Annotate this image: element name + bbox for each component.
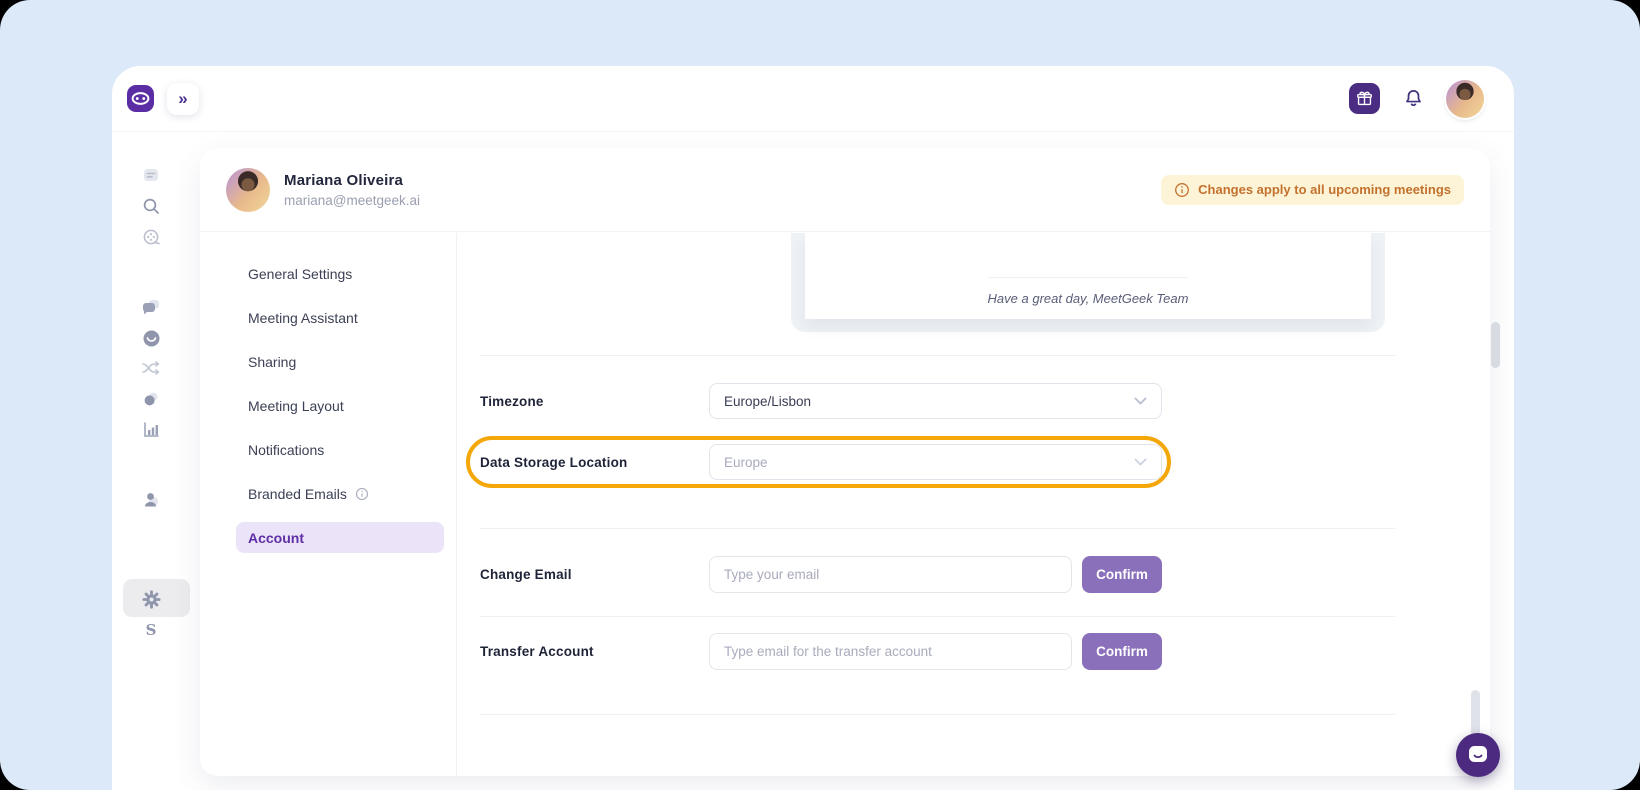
timezone-row: Timezone Europe/Lisbon: [480, 383, 1395, 419]
settings-nav: General Settings Meeting Assistant Shari…: [200, 233, 457, 776]
page-background: »: [0, 0, 1640, 790]
timezone-select[interactable]: Europe/Lisbon: [709, 383, 1162, 419]
gift-icon: [1355, 89, 1374, 108]
shuffle-automations-icon[interactable]: [112, 353, 190, 383]
team-person-icon[interactable]: [112, 484, 190, 514]
nav-item-sharing[interactable]: Sharing: [236, 346, 444, 377]
robot-face-icon: [129, 87, 152, 110]
info-icon: [1174, 182, 1190, 198]
nav-label: General Settings: [248, 266, 352, 282]
meetings-smiley-icon[interactable]: [112, 323, 190, 353]
divider: [480, 616, 1395, 617]
chevron-down-icon: [1134, 397, 1147, 406]
timezone-label: Timezone: [480, 394, 709, 409]
nav-label: Account: [248, 530, 304, 546]
search-icon[interactable]: [112, 191, 190, 221]
chat-bubble-icon: [1466, 744, 1490, 766]
nav-item-meeting-assistant[interactable]: Meeting Assistant: [236, 302, 444, 333]
email-preview-card: Have a great day, MeetGeek Team: [805, 233, 1371, 319]
icon-sidebar: S: [112, 132, 190, 790]
transfer-account-label: Transfer Account: [480, 644, 709, 659]
app-window: »: [112, 66, 1514, 790]
divider: [480, 714, 1395, 715]
top-bar: »: [112, 66, 1514, 132]
bell-icon: [1402, 87, 1425, 110]
timezone-value: Europe/Lisbon: [724, 394, 811, 409]
changes-notice-text: Changes apply to all upcoming meetings: [1198, 182, 1451, 197]
data-storage-row: Data Storage Location Europe: [480, 444, 1167, 480]
chat-launcher-button[interactable]: [1456, 733, 1500, 777]
nav-label: Meeting Layout: [248, 398, 344, 414]
insights-dot-icon[interactable]: [112, 384, 190, 414]
nav-item-general-settings[interactable]: General Settings: [236, 258, 444, 289]
change-email-label: Change Email: [480, 567, 709, 582]
divider: [480, 355, 1395, 356]
profile-identity: Mariana Oliveira mariana@meetgeek.ai: [284, 172, 420, 208]
expand-glyph: »: [178, 89, 187, 109]
billing-icon[interactable]: S: [112, 615, 190, 645]
notifications-bell-button[interactable]: [1400, 86, 1426, 112]
data-storage-highlight-ring: Data Storage Location Europe: [466, 436, 1171, 488]
meetgeek-logo-icon[interactable]: [127, 85, 154, 112]
settings-gear-icon[interactable]: [112, 584, 190, 614]
settings-body: General Settings Meeting Assistant Shari…: [200, 233, 1490, 776]
profile-name: Mariana Oliveira: [284, 172, 420, 189]
email-preview-backdrop: Have a great day, MeetGeek Team: [791, 233, 1385, 332]
email-signature-text: Have a great day, MeetGeek Team: [988, 291, 1189, 306]
topbar-actions: [1349, 80, 1484, 118]
info-icon: [355, 487, 369, 501]
chevron-down-icon: [1134, 458, 1147, 467]
nav-label: Meeting Assistant: [248, 310, 358, 326]
data-storage-value: Europe: [724, 455, 768, 470]
divider: [480, 528, 1395, 529]
profile-email: mariana@meetgeek.ai: [284, 193, 420, 208]
data-storage-label: Data Storage Location: [480, 455, 709, 470]
transfer-account-row: Transfer Account Confirm: [480, 633, 1395, 670]
window-scrollbar-thumb[interactable]: [1491, 322, 1500, 368]
recordings-film-icon[interactable]: [112, 222, 190, 252]
nav-item-account[interactable]: Account: [236, 522, 444, 553]
nav-label: Branded Emails: [248, 486, 347, 502]
profile-avatar: [226, 168, 270, 212]
changes-notice-badge: Changes apply to all upcoming meetings: [1161, 175, 1464, 205]
nav-label: Notifications: [248, 442, 324, 458]
divider: [988, 277, 1188, 278]
change-email-input[interactable]: [709, 556, 1072, 593]
nav-item-meeting-layout[interactable]: Meeting Layout: [236, 390, 444, 421]
content-scrollbar-thumb[interactable]: [1471, 690, 1480, 738]
account-header: Mariana Oliveira mariana@meetgeek.ai Cha…: [200, 148, 1490, 232]
chat-messages-icon[interactable]: [112, 292, 190, 322]
expand-sidebar-button[interactable]: »: [167, 83, 199, 115]
data-storage-select[interactable]: Europe: [709, 444, 1162, 480]
change-email-confirm-button[interactable]: Confirm: [1082, 556, 1162, 593]
transfer-account-input[interactable]: [709, 633, 1072, 670]
nav-item-notifications[interactable]: Notifications: [236, 434, 444, 465]
calendar-icon[interactable]: [112, 160, 190, 190]
user-avatar[interactable]: [1446, 80, 1484, 118]
analytics-bar-chart-icon[interactable]: [112, 414, 190, 444]
account-settings-content: Have a great day, MeetGeek Team Timezone…: [457, 233, 1490, 776]
nav-item-branded-emails[interactable]: Branded Emails: [236, 478, 444, 509]
settings-panel: Mariana Oliveira mariana@meetgeek.ai Cha…: [200, 148, 1490, 776]
nav-label: Sharing: [248, 354, 296, 370]
rewards-gift-button[interactable]: [1349, 83, 1380, 114]
transfer-account-confirm-button[interactable]: Confirm: [1082, 633, 1162, 670]
billing-glyph: S: [146, 621, 157, 639]
change-email-row: Change Email Confirm: [480, 556, 1395, 593]
